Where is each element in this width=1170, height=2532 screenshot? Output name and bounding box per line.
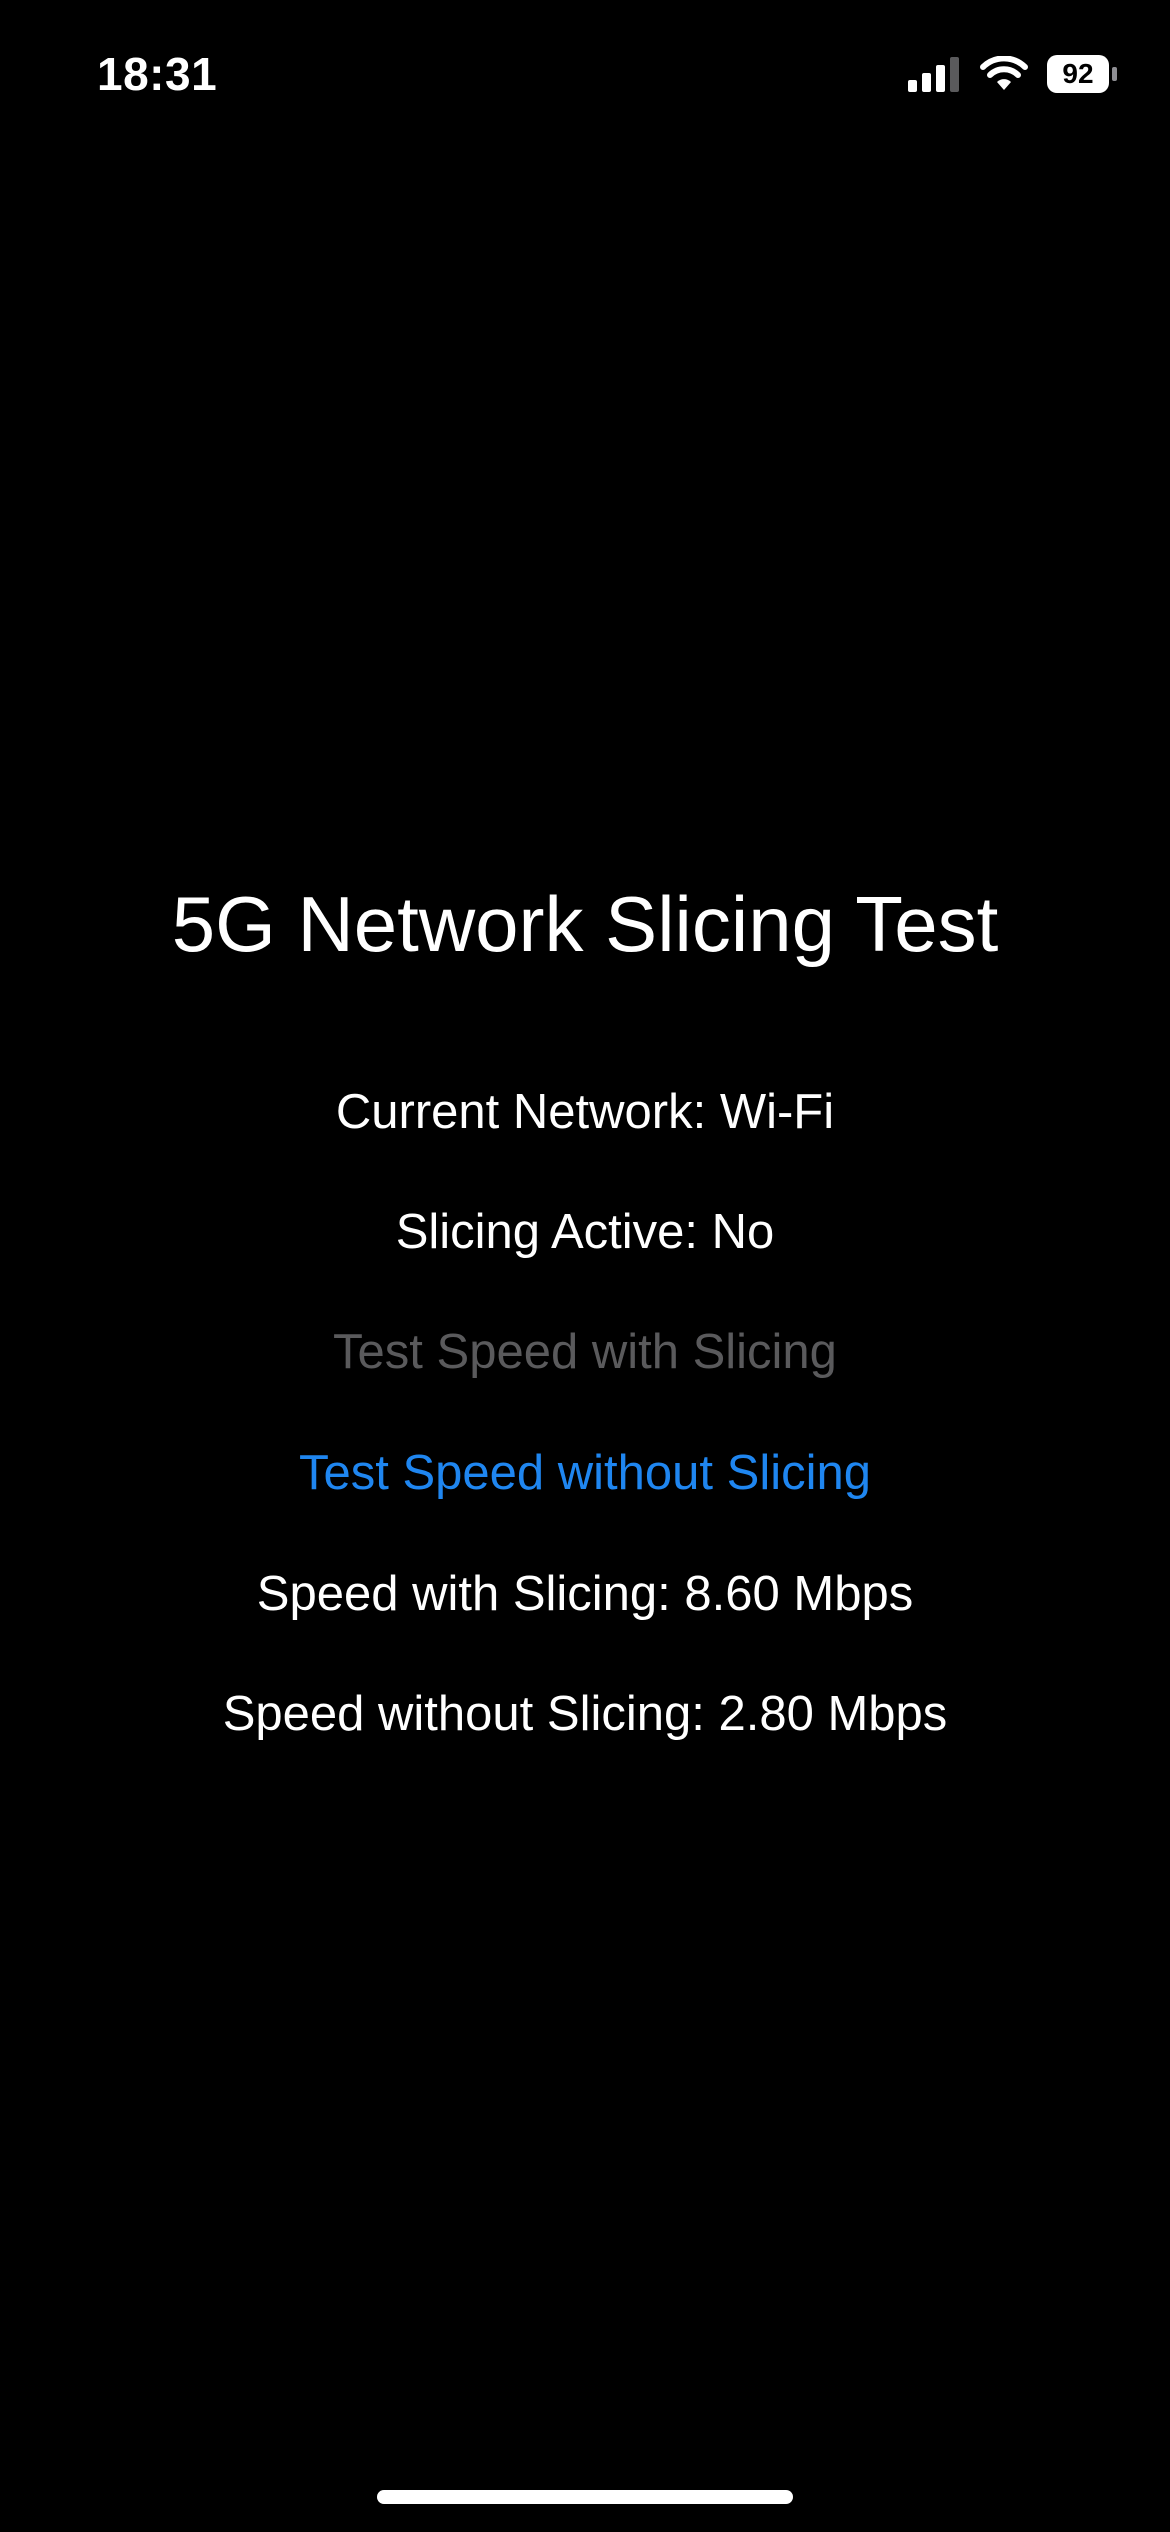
battery-icon: 92 xyxy=(1046,54,1118,94)
speed-without-slicing-label: Speed without Slicing: 2.80 Mbps xyxy=(222,1687,948,1741)
test-speed-with-slicing-button[interactable]: Test Speed with Slicing xyxy=(333,1322,837,1382)
speed-with-slicing-label: Speed with Slicing: 8.60 Mbps xyxy=(256,1567,914,1621)
test-with-slicing-row: Test Speed with Slicing xyxy=(0,1322,1170,1382)
home-indicator[interactable] xyxy=(377,2490,793,2504)
status-icons: 92 xyxy=(908,50,1118,98)
battery-level: 92 xyxy=(1062,58,1094,89)
signal-icon xyxy=(908,56,962,92)
test-without-slicing-row: Test Speed without Slicing xyxy=(0,1443,1170,1503)
wifi-icon xyxy=(980,56,1028,92)
status-bar: 18:31 92 xyxy=(0,0,1170,150)
current-network-label: Current Network: Wi-Fi xyxy=(335,1085,835,1139)
test-speed-without-slicing-button[interactable]: Test Speed without Slicing xyxy=(299,1443,871,1503)
status-time: 18:31 xyxy=(97,48,218,100)
slicing-active-label: Slicing Active: No xyxy=(395,1205,775,1259)
page-title: 5G Network Slicing Test xyxy=(171,880,999,968)
